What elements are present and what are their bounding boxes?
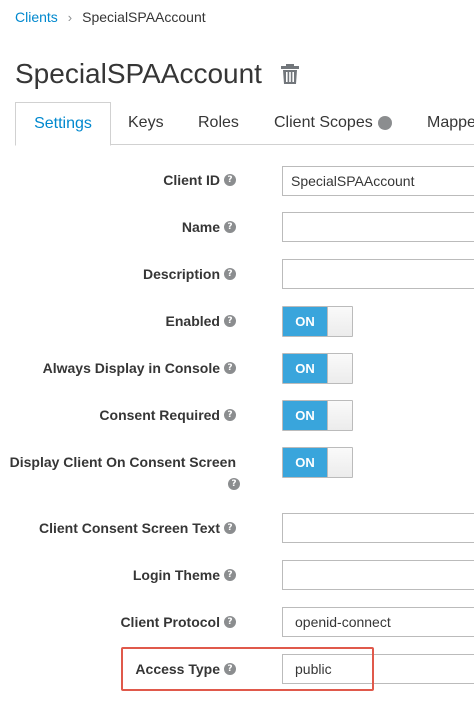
consent-text-label: Client Consent Screen Text (38, 520, 220, 536)
description-input[interactable] (282, 259, 474, 289)
client-protocol-select[interactable]: openid-connect (282, 607, 474, 637)
tab-mappers[interactable]: Mappe (427, 102, 474, 143)
display-consent-label: Display Client On Consent Screen (9, 454, 236, 470)
display-consent-toggle[interactable]: ON (282, 447, 353, 478)
page-title: SpecialSPAAccount (15, 58, 262, 89)
always-display-toggle[interactable]: ON (282, 353, 353, 384)
help-icon[interactable]: ? (224, 174, 236, 186)
highlight-box (121, 647, 374, 691)
consent-required-label: Consent Required (99, 407, 220, 423)
tab-bar: Settings Keys Roles Client Scopes? Mappe (15, 102, 474, 146)
toggle-on-label: ON (283, 401, 327, 430)
toggle-on-label: ON (283, 307, 327, 336)
breadcrumb-clients-link[interactable]: Clients (15, 9, 58, 25)
enabled-toggle[interactable]: ON (282, 306, 353, 337)
name-label: Name (181, 219, 220, 235)
tab-keys[interactable]: Keys (128, 102, 164, 143)
help-icon[interactable]: ? (224, 522, 236, 534)
trash-icon[interactable] (280, 63, 300, 85)
help-icon[interactable]: ? (228, 478, 240, 490)
client-id-input[interactable]: SpecialSPAAccount (282, 166, 474, 196)
name-input[interactable] (282, 212, 474, 242)
breadcrumb-current: SpecialSPAAccount (82, 9, 206, 25)
login-theme-select[interactable] (282, 560, 474, 590)
consent-text-input[interactable] (282, 513, 474, 543)
toggle-knob (327, 354, 352, 383)
help-icon[interactable]: ? (224, 315, 236, 327)
tab-roles[interactable]: Roles (198, 102, 239, 143)
consent-required-toggle[interactable]: ON (282, 400, 353, 431)
enabled-label: Enabled (165, 313, 220, 329)
always-display-label: Always Display in Console (42, 360, 220, 376)
tab-client-scopes[interactable]: Client Scopes? (274, 102, 392, 143)
help-icon[interactable]: ? (224, 362, 236, 374)
description-label: Description (142, 266, 220, 282)
help-icon[interactable]: ? (224, 268, 236, 280)
toggle-on-label: ON (283, 354, 327, 383)
client-protocol-label: Client Protocol (120, 614, 220, 630)
chevron-right-icon: › (67, 9, 73, 25)
help-icon[interactable]: ? (224, 616, 236, 628)
toggle-on-label: ON (283, 448, 327, 477)
help-icon[interactable]: ? (224, 409, 236, 421)
tab-settings[interactable]: Settings (15, 102, 111, 146)
help-icon[interactable]: ? (377, 115, 392, 142)
help-icon[interactable]: ? (224, 569, 236, 581)
toggle-knob (327, 448, 352, 477)
toggle-knob (327, 401, 352, 430)
toggle-knob (327, 307, 352, 336)
login-theme-label: Login Theme (132, 567, 220, 583)
breadcrumb: Clients › SpecialSPAAccount (15, 9, 206, 25)
help-icon[interactable]: ? (224, 221, 236, 233)
tab-client-scopes-label: Client Scopes (274, 114, 373, 131)
client-id-label: Client ID (163, 172, 220, 188)
